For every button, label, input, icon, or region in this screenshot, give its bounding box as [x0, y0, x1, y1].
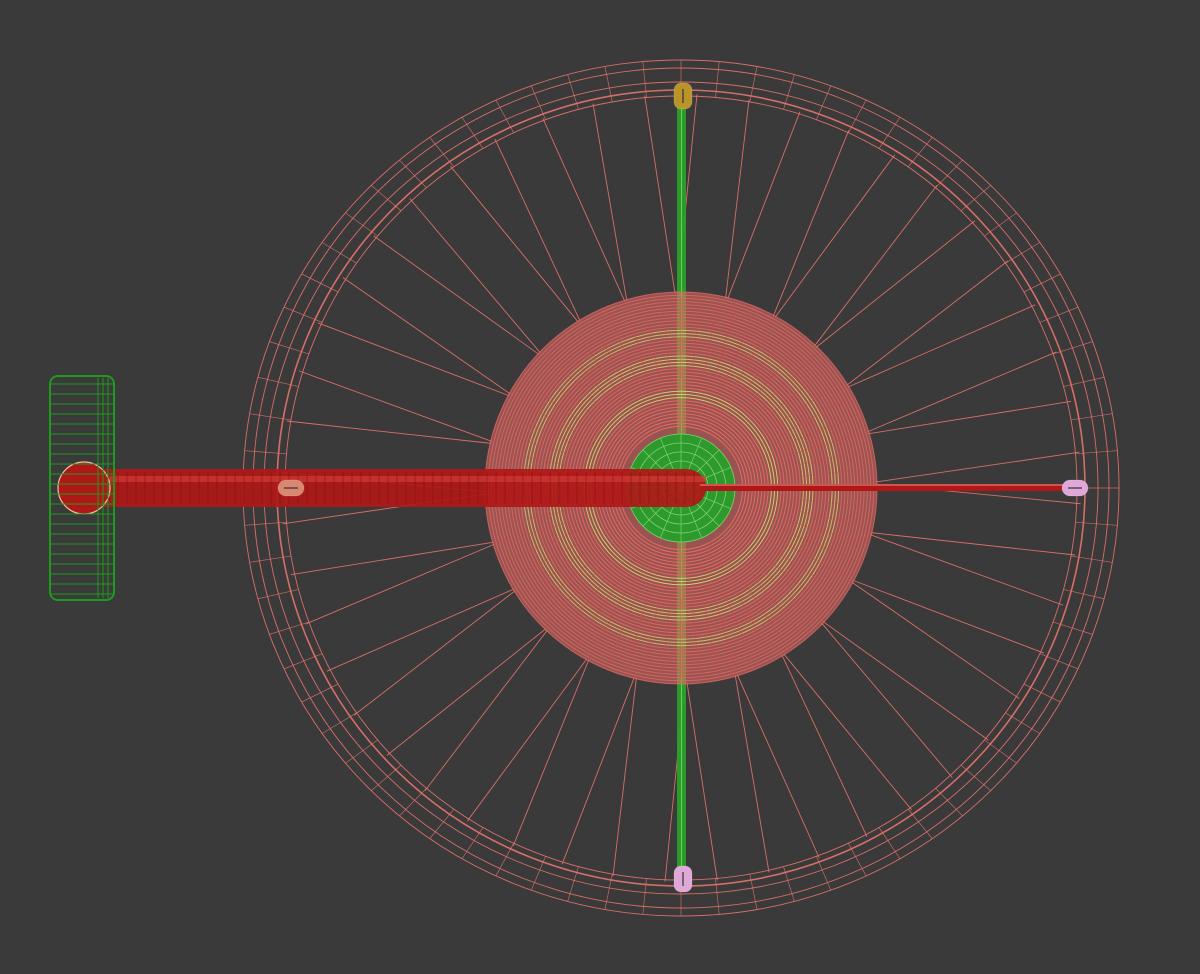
spoke: [781, 654, 868, 838]
axle-body: [66, 469, 706, 507]
ring-segment: [530, 856, 546, 891]
spoke: [734, 675, 770, 873]
ring-segment: [345, 739, 378, 764]
spoke: [852, 579, 1045, 654]
spoke: [774, 154, 896, 318]
spoke: [317, 322, 510, 397]
ring-segment: [907, 808, 933, 839]
horizontal-axle[interactable]: [57, 461, 1080, 515]
top-pivot-marker[interactable]: [673, 82, 693, 110]
spoke: [868, 400, 1072, 435]
spoke: [870, 534, 1064, 606]
spoke: [592, 103, 628, 301]
spoke: [870, 532, 1076, 556]
ring-segment: [960, 185, 991, 212]
spoke: [342, 277, 511, 395]
ring-segment: [322, 712, 357, 734]
ring-segment: [371, 764, 402, 791]
pivot-gizmo-icon: [1061, 479, 1089, 497]
ring-segment: [399, 159, 427, 188]
spoke: [326, 588, 515, 672]
ring-segment: [907, 137, 933, 168]
ring-segment: [530, 85, 546, 120]
spoke: [466, 658, 588, 822]
spoke: [542, 118, 626, 302]
spoke: [450, 165, 579, 323]
spoke: [875, 451, 1080, 483]
spoke: [290, 541, 494, 576]
spoke: [851, 581, 1020, 699]
ring-segment: [345, 212, 378, 237]
spoke: [847, 304, 1036, 388]
ring-segment: [1005, 712, 1040, 734]
pivot-gizmo-icon: [673, 82, 693, 110]
ring-segment: [878, 117, 901, 149]
ring-segment: [960, 764, 991, 791]
pivot-gizmo-icon: [277, 479, 305, 497]
ring-segment: [429, 137, 455, 168]
spoke: [298, 370, 492, 442]
spoke: [512, 659, 590, 846]
ring-segment: [371, 185, 402, 212]
spoke: [612, 677, 637, 877]
wireframe-scene[interactable]: [0, 0, 1200, 974]
ring-segment: [461, 117, 484, 149]
spoke: [644, 95, 676, 294]
spoke: [286, 420, 492, 444]
ring-segment: [399, 788, 427, 817]
spoke: [772, 130, 850, 317]
spoke: [561, 677, 635, 865]
axle-pivot-marker[interactable]: [277, 479, 305, 497]
spoke: [867, 351, 1057, 433]
ring-segment: [816, 856, 832, 891]
ring-segment: [322, 242, 357, 264]
axle-end-cap: [57, 461, 111, 515]
spoke: [353, 590, 516, 716]
ring-segment: [1005, 242, 1040, 264]
spoke: [494, 138, 581, 322]
bottom-pivot-marker[interactable]: [673, 865, 693, 893]
ring-segment: [878, 827, 901, 859]
pivot-gizmo-icon: [673, 865, 693, 893]
right-pivot-marker[interactable]: [1061, 479, 1089, 497]
ring-segment: [935, 788, 963, 817]
spoke: [783, 653, 912, 811]
ring-segment: [935, 159, 963, 188]
3d-viewport[interactable]: [0, 0, 1200, 974]
ring-segment: [429, 808, 455, 839]
spoke: [305, 543, 495, 625]
ring-segment: [816, 85, 832, 120]
spoke: [736, 674, 820, 858]
spoke: [846, 260, 1009, 386]
ring-segment: [984, 739, 1017, 764]
ring-segment: [984, 212, 1017, 237]
spoke: [727, 111, 801, 299]
spoke: [725, 99, 750, 299]
axle-highlight: [66, 476, 706, 482]
spoke: [686, 682, 718, 881]
ring-segment: [461, 827, 484, 859]
